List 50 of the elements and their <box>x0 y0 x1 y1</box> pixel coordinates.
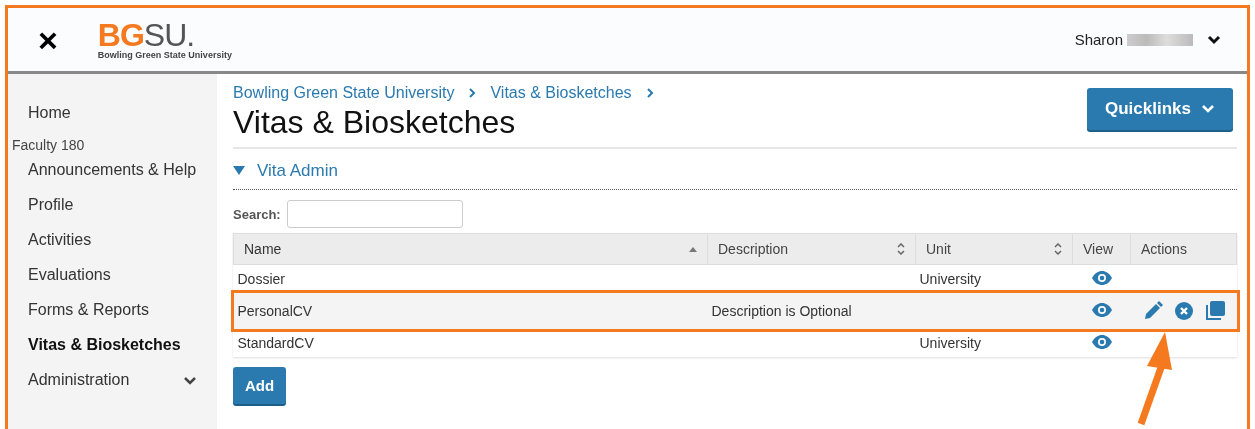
redacted-text <box>1127 33 1193 46</box>
quicklinks-button[interactable]: Quicklinks <box>1087 88 1233 130</box>
copy-icon[interactable] <box>1204 301 1225 321</box>
eye-icon[interactable] <box>1091 270 1112 285</box>
table-cell: StandardCV <box>237 335 314 351</box>
column-header[interactable]: Description <box>707 233 916 265</box>
sidebar-item[interactable]: Forms & Reports <box>8 293 217 328</box>
search-field[interactable] <box>286 200 463 228</box>
chevron-down-icon <box>1201 104 1215 114</box>
sidebar-item[interactable]: Home <box>8 96 217 131</box>
search-label: Search: <box>233 206 281 222</box>
chevron-right-icon <box>468 87 477 99</box>
table-cell: University <box>919 335 981 351</box>
sidebar-heading: Faculty 180 <box>11 136 86 153</box>
table-row[interactable]: Dossier University <box>233 264 1237 293</box>
sidebar-item[interactable]: Vitas & Biosketches <box>8 328 217 363</box>
sidebar-item[interactable]: Activities <box>8 223 217 258</box>
breadcrumb-link[interactable]: Bowling Green State University <box>233 84 455 102</box>
table-cell: Dossier <box>237 271 285 287</box>
remove-icon[interactable] <box>1174 302 1193 320</box>
sort-icon <box>897 243 905 255</box>
column-header[interactable]: Actions <box>1130 233 1237 265</box>
column-header[interactable]: View <box>1072 233 1131 265</box>
eye-icon[interactable] <box>1091 302 1112 317</box>
table-cell: PersonalCV <box>237 303 313 319</box>
sort-icon <box>1054 243 1062 255</box>
sort-ascending-icon <box>689 246 697 252</box>
table-cell: University <box>919 271 981 287</box>
eye-icon[interactable] <box>1091 334 1112 349</box>
chevron-down-icon <box>1207 34 1221 45</box>
pencil-icon[interactable] <box>1142 301 1163 321</box>
chevron-down-icon[interactable] <box>183 375 197 386</box>
page-title: Vitas & Biosketches <box>233 104 517 141</box>
university-logo[interactable]: BGSU. Bowling Green State University <box>97 19 232 60</box>
sidebar-item[interactable]: Evaluations <box>8 258 217 293</box>
table-row[interactable]: StandardCV University <box>233 329 1237 357</box>
table-cell: Description is Optional <box>711 303 852 319</box>
chevron-right-icon <box>645 87 654 99</box>
sidebar-item[interactable]: Announcements & Help <box>8 153 217 188</box>
breadcrumb-link[interactable]: Vitas & Biosketches <box>490 84 632 102</box>
add-button[interactable]: Add <box>233 367 287 404</box>
column-header[interactable]: Unit <box>915 233 1073 265</box>
sidebar-item[interactable]: Administration <box>8 363 130 398</box>
column-header[interactable]: Name <box>233 233 708 265</box>
user-menu[interactable]: Sharon <box>1068 30 1227 49</box>
sidebar-item[interactable]: Profile <box>8 188 217 223</box>
triangle-down-icon <box>233 166 245 176</box>
close-button[interactable]: × <box>34 22 62 57</box>
table-row[interactable]: PersonalCV Description is Optional <box>233 293 1237 329</box>
section-toggle[interactable]: Vita Admin <box>233 161 338 181</box>
